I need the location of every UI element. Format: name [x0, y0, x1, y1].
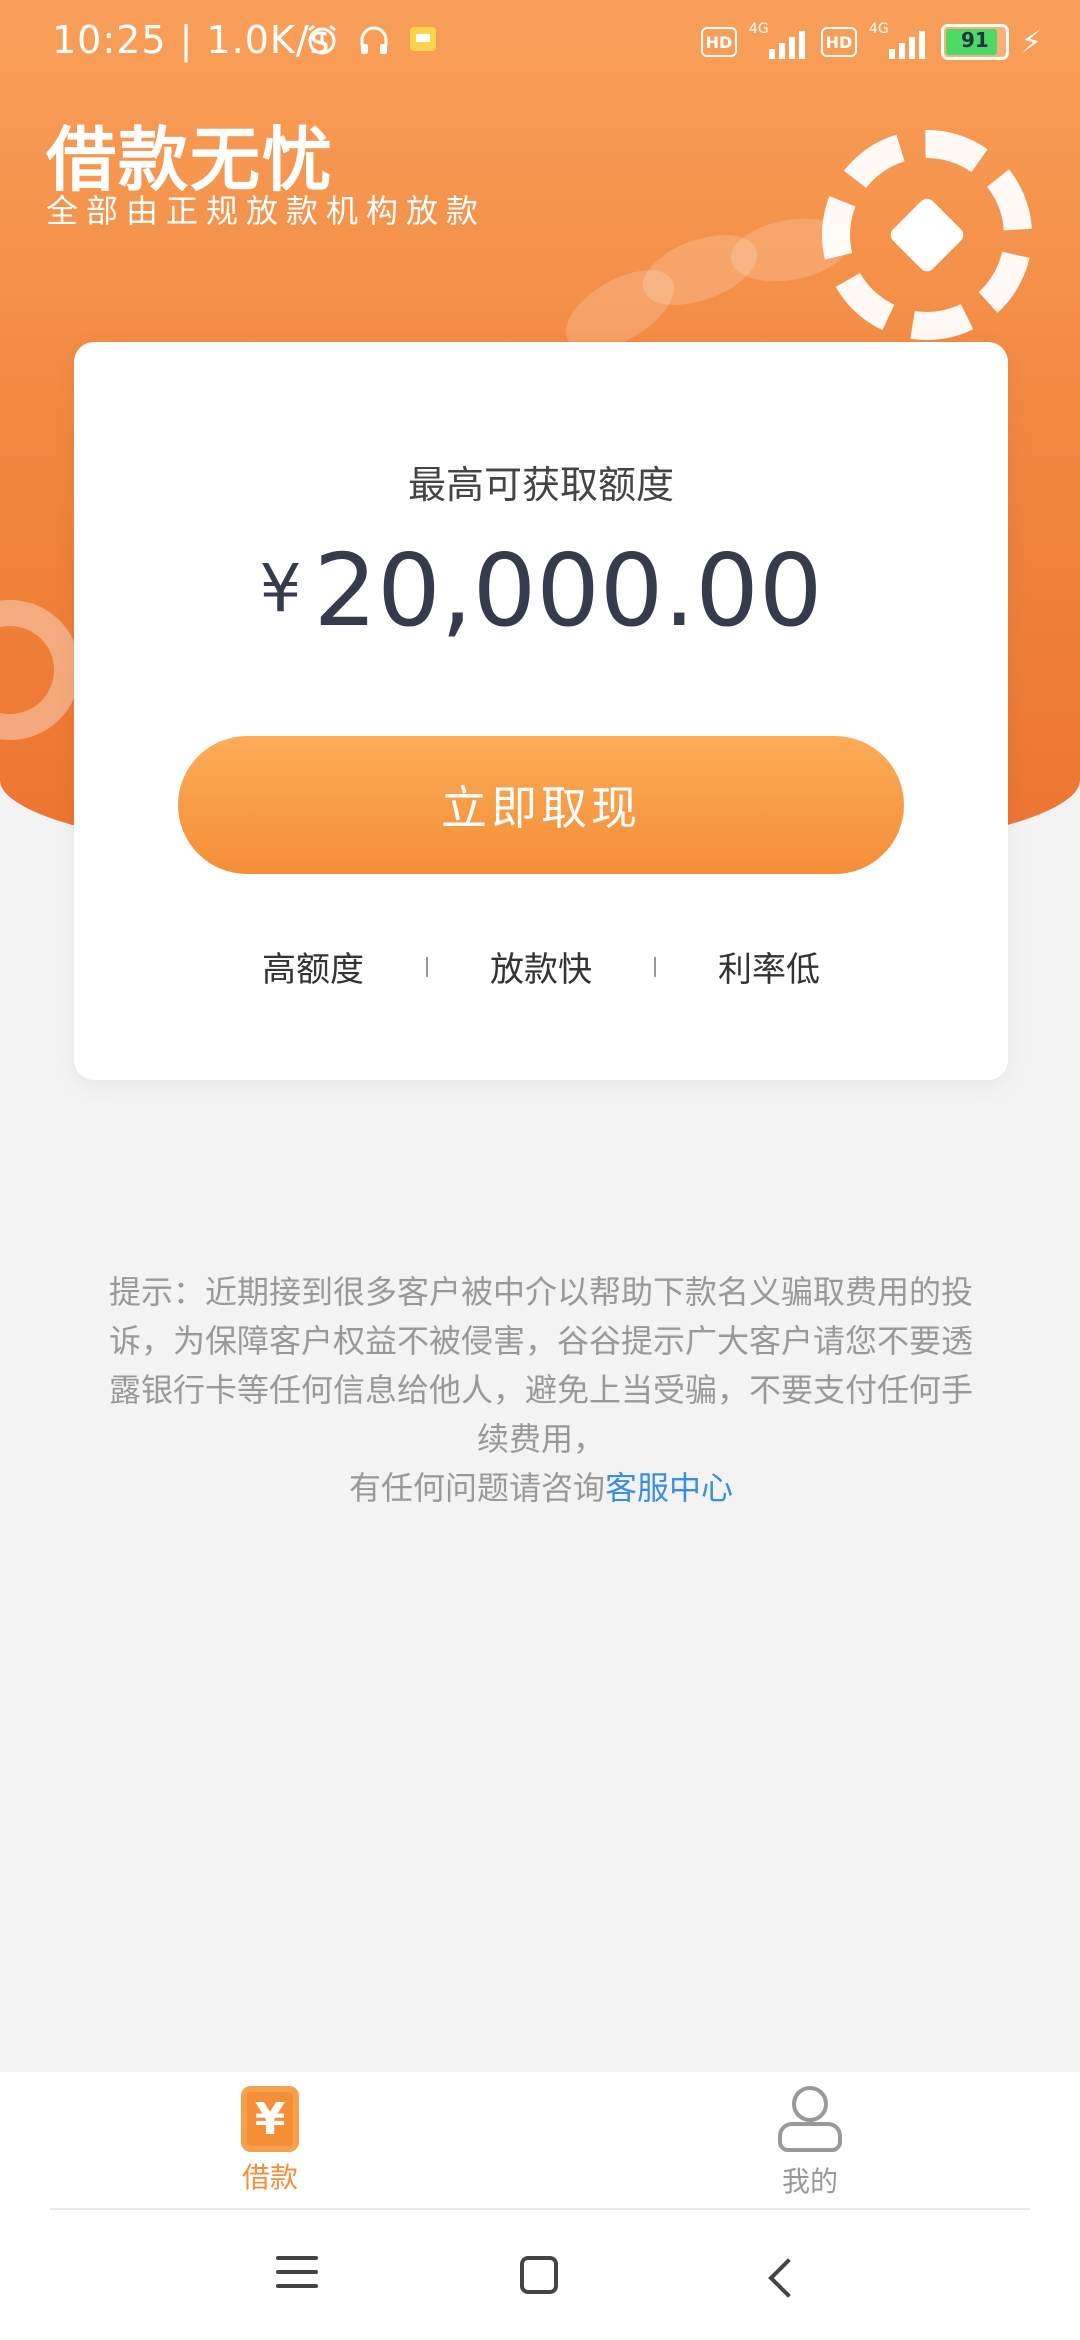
message-icon	[410, 27, 436, 51]
signal-icon: 4G	[749, 21, 809, 59]
coin-decoration-icon	[0, 600, 80, 740]
alarm-icon	[308, 24, 336, 55]
yen-icon: ¥	[241, 2086, 299, 2152]
limit-label: 最高可获取额度	[407, 463, 674, 507]
withdraw-button[interactable]: 立即取现	[178, 736, 904, 874]
currency-symbol: ¥	[259, 550, 302, 627]
system-navigation-bar	[0, 2212, 1080, 2340]
amount-value: 20,000.00	[313, 532, 823, 649]
headphones-icon	[360, 26, 388, 54]
feature-fast-loan: 放款快	[490, 950, 592, 990]
credit-card-panel: 最高可获取额度 ¥20,000.00 立即取现 高额度 放款快 利率低	[74, 342, 1008, 1080]
status-left-icons	[304, 22, 438, 58]
signal-icon: 4G	[869, 21, 929, 59]
feature-list: 高额度 放款快 利率低	[74, 942, 1008, 991]
status-bar: 10:25 | 1.0K/s HD 4G HD 4G 91 ⚡	[0, 0, 1080, 90]
tab-label: 我的	[781, 2165, 838, 2198]
user-icon	[778, 2086, 842, 2156]
limit-amount: ¥20,000.00	[74, 532, 1008, 649]
tab-loan[interactable]: ¥ 借款	[190, 2086, 350, 2196]
status-time: 10:25 | 1.0K/s	[52, 18, 331, 62]
help-line: 有任何问题请咨询客服中心	[108, 1464, 974, 1513]
notice-text: 提示：近期接到很多客户被中介以帮助下款名义骗取费用的投诉，为保障客户权益不被侵害…	[108, 1273, 973, 1458]
help-prefix: 有任何问题请咨询	[348, 1469, 605, 1507]
feature-low-rate: 利率低	[718, 950, 820, 990]
menu-icon[interactable]	[276, 2256, 318, 2298]
nav-divider	[50, 2208, 1030, 2210]
back-icon[interactable]	[768, 2258, 808, 2298]
page-subtitle: 全部由正规放款机构放款	[46, 192, 487, 230]
status-right-icons: HD 4G HD 4G 91 ⚡	[700, 21, 1042, 60]
home-icon[interactable]	[520, 2256, 558, 2294]
bottom-tab-bar: ¥ 借款 我的	[0, 2072, 1080, 2212]
coin-decoration-icon	[822, 130, 1032, 340]
customer-service-link[interactable]: 客服中心	[605, 1469, 733, 1507]
tab-label: 借款	[241, 2161, 298, 2194]
hd-icon: HD	[700, 27, 737, 57]
tab-mine[interactable]: 我的	[730, 2086, 890, 2200]
battery-icon: 91	[940, 24, 1009, 60]
hd-icon: HD	[820, 27, 857, 57]
warning-notice: 提示：近期接到很多客户被中介以帮助下款名义骗取费用的投诉，为保障客户权益不被侵害…	[108, 1268, 974, 1513]
feature-high-limit: 高额度	[262, 950, 364, 990]
charging-icon: ⚡	[1020, 24, 1042, 60]
